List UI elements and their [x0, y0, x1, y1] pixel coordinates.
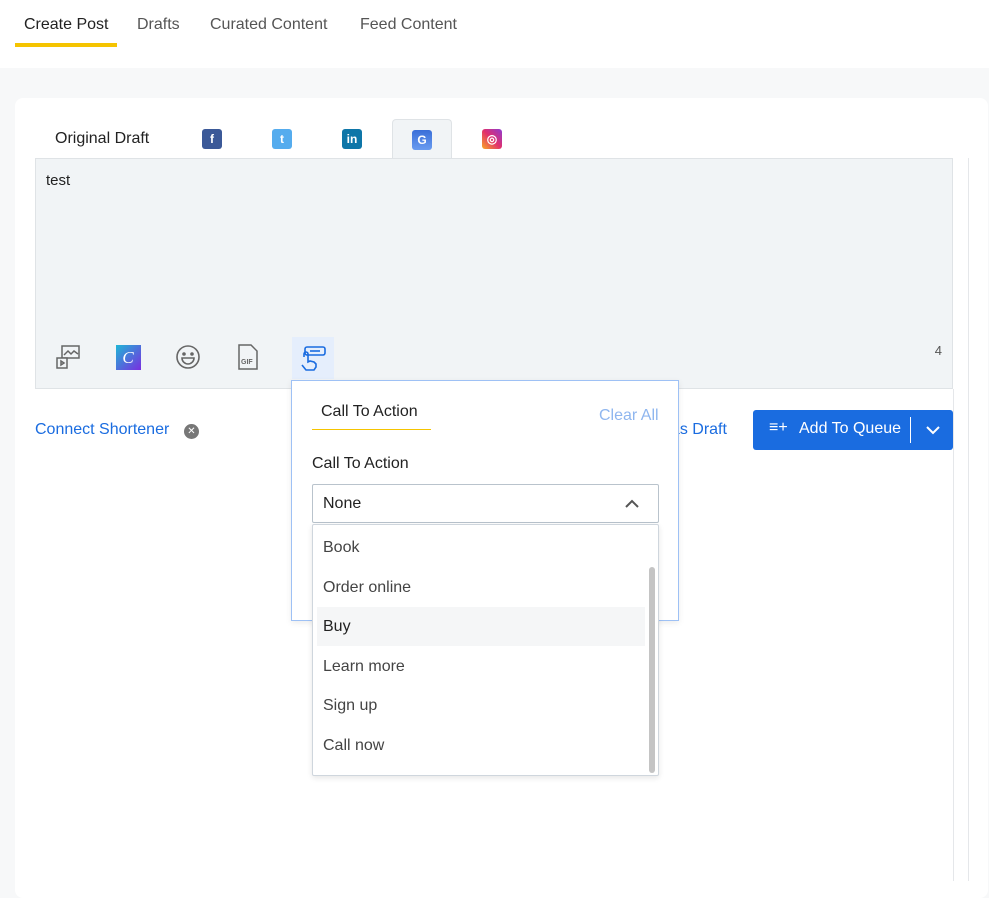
queue-add-icon: ≡+ [769, 419, 788, 436]
chevron-down-icon[interactable] [925, 424, 941, 436]
twitter-icon: t [272, 129, 292, 149]
selected-value: None [323, 495, 362, 512]
gif-icon[interactable]: GIF [230, 339, 266, 375]
chevron-up-icon [625, 499, 639, 508]
tab-feed-content[interactable]: Feed Content [360, 16, 457, 34]
call-to-action-select[interactable]: None [312, 484, 659, 523]
connect-shortener-link[interactable]: Connect Shortener [35, 421, 169, 439]
tab-create-post[interactable]: Create Post [24, 16, 108, 34]
post-editor[interactable]: test C GIF 4 [35, 158, 953, 389]
linkedin-icon: in [342, 129, 362, 149]
tab-drafts[interactable]: Drafts [137, 16, 180, 34]
divider [968, 158, 969, 881]
call-to-action-options: Book Order online Buy Learn more Sign up… [312, 524, 659, 776]
active-tab-underline [15, 43, 117, 47]
character-count: 4 [934, 343, 942, 358]
divider [953, 389, 954, 881]
top-nav: Create Post Drafts Curated Content Feed … [0, 0, 989, 68]
add-to-queue-button[interactable]: ≡+ Add To Queue [753, 410, 953, 450]
close-icon[interactable]: ✕ [184, 424, 199, 439]
media-icon[interactable] [50, 339, 86, 375]
canva-icon[interactable]: C [110, 339, 146, 375]
call-to-action-icon[interactable] [292, 337, 334, 379]
option-sign-up[interactable]: Sign up [317, 686, 645, 725]
tab-twitter[interactable]: t [252, 119, 312, 159]
tab-linkedin[interactable]: in [322, 119, 382, 159]
call-to-action-label: Call To Action [312, 455, 409, 472]
tab-original-draft[interactable]: Original Draft [55, 130, 149, 148]
option-book[interactable]: Book [317, 528, 645, 567]
tab-instagram[interactable]: ◎ [462, 119, 522, 159]
emoji-icon[interactable] [170, 339, 206, 375]
editor-text[interactable]: test [46, 172, 70, 189]
option-call-now[interactable]: Call now [317, 726, 645, 765]
popover-tab-call-to-action[interactable]: Call To Action [321, 403, 418, 421]
svg-text:GIF: GIF [241, 359, 253, 366]
scrollbar[interactable] [649, 567, 655, 773]
option-learn-more[interactable]: Learn more [317, 647, 645, 686]
add-to-queue-label: Add To Queue [799, 420, 902, 437]
option-order-online[interactable]: Order online [317, 568, 645, 607]
tab-facebook[interactable]: f [182, 119, 242, 159]
google-business-icon: G [412, 129, 432, 150]
tab-curated-content[interactable]: Curated Content [210, 16, 327, 34]
facebook-icon: f [202, 129, 222, 149]
clear-all-link[interactable]: Clear All [599, 407, 659, 425]
option-buy[interactable]: Buy [317, 607, 645, 646]
tab-google-business[interactable]: G [392, 119, 452, 159]
instagram-icon: ◎ [482, 129, 502, 149]
